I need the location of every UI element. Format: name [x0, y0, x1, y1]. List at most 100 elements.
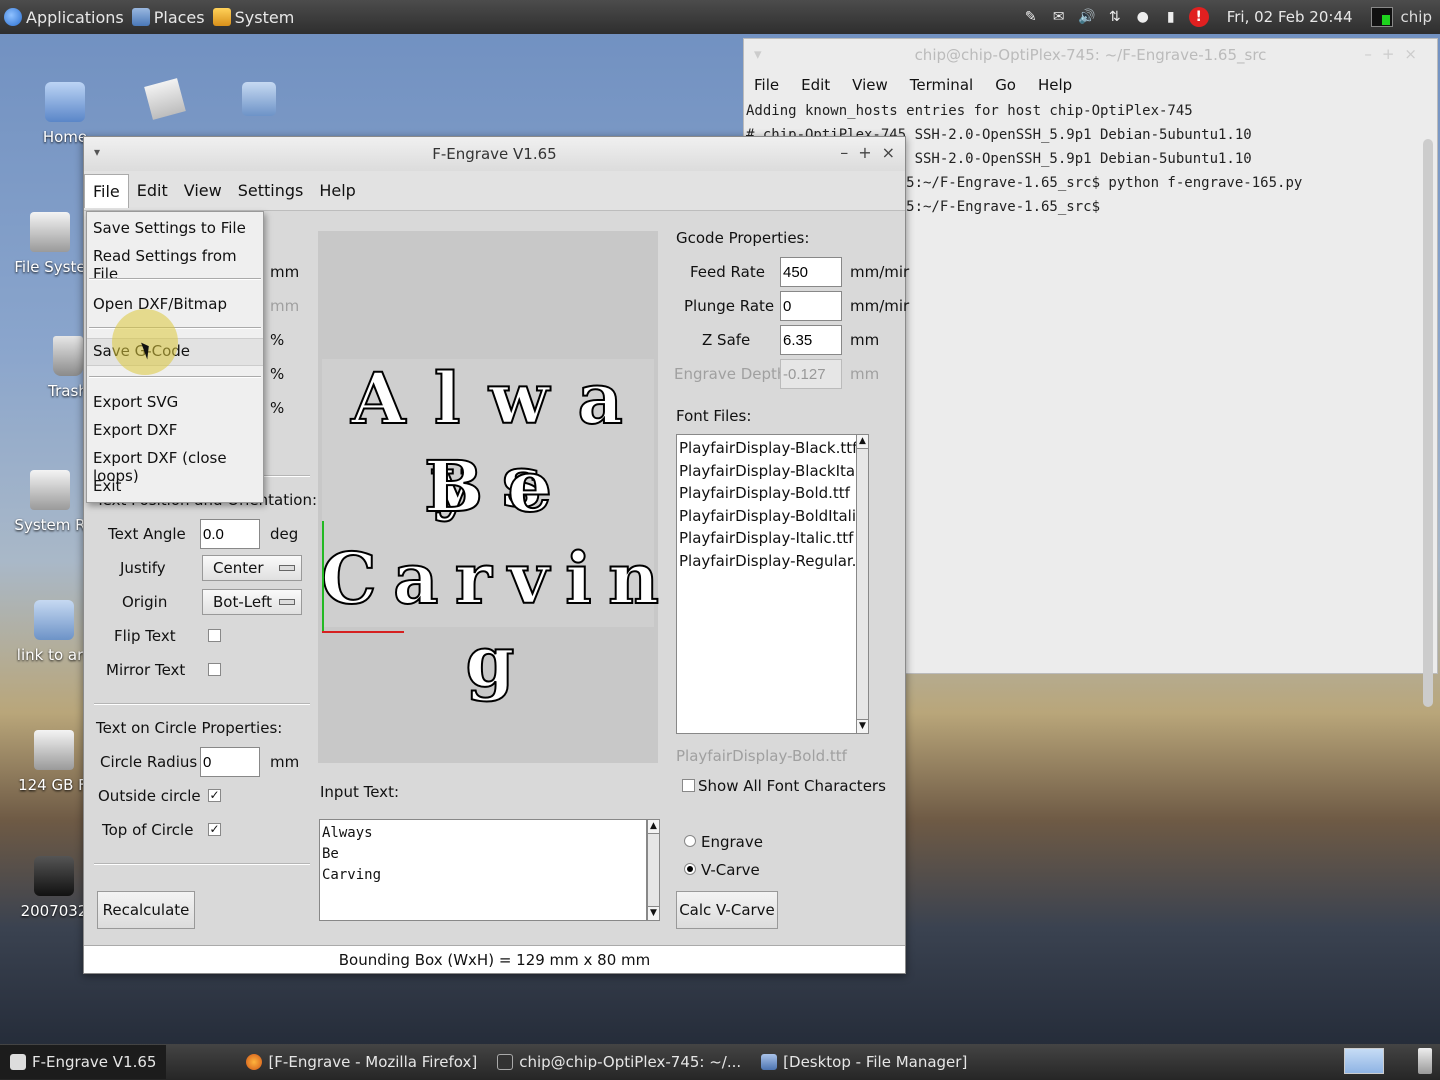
font-list-scrollbar[interactable]: ▲ ▼: [856, 434, 869, 734]
workspace-switcher-icon[interactable]: [1344, 1048, 1384, 1074]
preview-line-2: B e: [423, 444, 553, 529]
menu-item-exit[interactable]: Exit: [87, 474, 263, 502]
engrave-radio[interactable]: [684, 835, 696, 847]
places-menu[interactable]: Places: [128, 0, 209, 34]
origin-label: Origin: [122, 593, 168, 611]
menu-separator: [89, 278, 261, 280]
font-file-item[interactable]: PlayfairDisplay-Black.ttf: [679, 437, 857, 460]
user-name[interactable]: chip: [1401, 8, 1432, 26]
record-icon[interactable]: ●: [1133, 7, 1153, 27]
plunge-rate-unit: mm/mir: [850, 297, 910, 315]
terminal-menu-go[interactable]: Go: [995, 76, 1016, 94]
menu-help[interactable]: Help: [311, 174, 363, 207]
fengrave-titlebar[interactable]: ▾ F-Engrave V1.65 – + ×: [84, 137, 905, 171]
font-file-item[interactable]: PlayfairDisplay-Bold.ttf: [679, 482, 857, 505]
clock[interactable]: Fri, 02 Feb 20:44: [1227, 8, 1353, 26]
battery-icon[interactable]: ▮: [1161, 7, 1181, 27]
menu-item-open-dxf[interactable]: Open DXF/Bitmap: [87, 292, 263, 320]
mirror-text-checkbox[interactable]: [208, 663, 221, 676]
z-safe-input[interactable]: [780, 325, 842, 355]
justify-select[interactable]: Center: [202, 555, 302, 581]
origin-select[interactable]: Bot-Left: [202, 589, 302, 615]
terminal-menu-terminal[interactable]: Terminal: [910, 76, 973, 94]
task-fengrave[interactable]: F-Engrave V1.65: [0, 1045, 167, 1079]
font-file-item[interactable]: PlayfairDisplay-BlackItalic.ttf: [679, 460, 857, 483]
desktop-icon-file[interactable]: 2007032: [14, 856, 94, 920]
window-menu-icon[interactable]: ▾: [94, 145, 100, 159]
terminal-titlebar[interactable]: ▾ chip@chip-OptiPlex-745: ~/F-Engrave-1.…: [744, 39, 1437, 71]
menu-item-read-settings[interactable]: Read Settings from File: [87, 244, 263, 283]
window-menu-icon[interactable]: ▾: [754, 45, 762, 63]
task-terminal[interactable]: chip@chip-OptiPlex-745: ~/...: [487, 1045, 751, 1079]
show-all-chars-checkbox[interactable]: [682, 779, 695, 792]
font-file-item[interactable]: PlayfairDisplay-Italic.ttf: [679, 527, 857, 550]
menu-item-export-dxf-close[interactable]: Export DXF (close loops): [87, 446, 263, 485]
folder-icon[interactable]: [242, 82, 276, 116]
terminal-scrollbar[interactable]: [1423, 139, 1433, 707]
recalculate-button[interactable]: Recalculate: [97, 891, 195, 929]
vcarve-radio[interactable]: [684, 863, 696, 875]
input-text-area[interactable]: Always Be Carving: [319, 819, 647, 921]
preview-canvas[interactable]: A l w a y s B e C a r v i n g: [318, 231, 660, 763]
terminal-menu-view[interactable]: View: [852, 76, 888, 94]
flip-text-checkbox[interactable]: [208, 629, 221, 642]
menu-item-export-dxf[interactable]: Export DXF: [87, 418, 263, 446]
font-files-list[interactable]: PlayfairDisplay-Black.ttf PlayfairDispla…: [676, 434, 858, 734]
close-icon[interactable]: ×: [882, 143, 895, 162]
menu-view[interactable]: View: [176, 174, 230, 207]
menu-edit[interactable]: Edit: [129, 174, 176, 207]
menu-item-export-svg[interactable]: Export SVG: [87, 390, 263, 418]
desktop-icon-filesystem[interactable]: File Syste: [10, 212, 90, 276]
menu-settings[interactable]: Settings: [230, 174, 312, 207]
fengrave-window[interactable]: ▾ F-Engrave V1.65 – + × File Edit View S…: [83, 136, 910, 974]
scroll-down-icon[interactable]: ▼: [648, 906, 659, 920]
system-monitor-icon[interactable]: [1370, 7, 1393, 27]
document-icon[interactable]: [144, 78, 186, 120]
menu-file[interactable]: File: [84, 173, 129, 208]
terminal-title: chip@chip-OptiPlex-745: ~/F-Engrave-1.65…: [914, 46, 1267, 64]
task-file-manager[interactable]: [Desktop - File Manager]: [751, 1045, 977, 1079]
applications-label: Applications: [26, 7, 124, 27]
drive-icon: [30, 470, 70, 510]
network-icon[interactable]: ⇅: [1105, 7, 1125, 27]
file-dropdown-menu: Save Settings to File Read Settings from…: [86, 211, 264, 503]
calc-vcarve-button[interactable]: Calc V-Carve: [676, 891, 778, 929]
font-file-item[interactable]: PlayfairDisplay-BoldItalic.ttf: [679, 505, 857, 528]
justify-label: Justify: [120, 559, 166, 577]
selected-font-label: PlayfairDisplay-Bold.ttf: [676, 747, 847, 765]
circle-radius-unit: mm: [270, 753, 300, 771]
scroll-up-icon[interactable]: ▲: [648, 820, 659, 834]
system-menu[interactable]: System: [209, 0, 299, 34]
outside-circle-checkbox[interactable]: ✓: [208, 789, 221, 802]
menu-item-save-settings[interactable]: Save Settings to File: [87, 216, 263, 244]
maximize-icon[interactable]: +: [858, 143, 871, 162]
top-of-circle-checkbox[interactable]: ✓: [208, 823, 221, 836]
input-text-scrollbar[interactable]: ▲ ▼: [647, 819, 660, 921]
terminal-menu-file[interactable]: File: [754, 76, 779, 94]
window-controls: – + ×: [840, 143, 895, 162]
font-file-item[interactable]: PlayfairDisplay-Regular.ttf: [679, 550, 857, 573]
terminal-menu-help[interactable]: Help: [1038, 76, 1072, 94]
minimize-icon[interactable]: –: [840, 143, 848, 162]
mail-icon[interactable]: ✉: [1049, 7, 1069, 27]
window-controls-icon[interactable]: –+×: [1364, 45, 1427, 63]
terminal-menu-edit[interactable]: Edit: [801, 76, 830, 94]
feed-rate-input[interactable]: [780, 257, 842, 287]
unit-label: %: [270, 331, 285, 349]
desktop-icon-drive[interactable]: 124 GB Fi: [14, 730, 94, 794]
scroll-up-icon[interactable]: ▲: [857, 435, 868, 449]
task-firefox[interactable]: [F-Engrave - Mozilla Firefox]: [236, 1045, 487, 1079]
notes-icon[interactable]: ✎: [1021, 7, 1041, 27]
circle-radius-input[interactable]: [200, 747, 260, 777]
desktop-icon-system[interactable]: System R: [10, 470, 90, 534]
menu-separator: [89, 376, 261, 378]
alert-icon[interactable]: !: [1188, 7, 1209, 27]
volume-icon[interactable]: 🔊: [1077, 7, 1097, 27]
trash-applet-icon[interactable]: [1418, 1048, 1432, 1074]
text-angle-input[interactable]: [200, 519, 260, 549]
desktop-icon-link[interactable]: link to arc: [14, 600, 94, 664]
scroll-down-icon[interactable]: ▼: [857, 719, 868, 733]
plunge-rate-input[interactable]: [780, 291, 842, 321]
applications-menu[interactable]: Applications: [0, 0, 128, 34]
applications-icon: [4, 8, 22, 26]
